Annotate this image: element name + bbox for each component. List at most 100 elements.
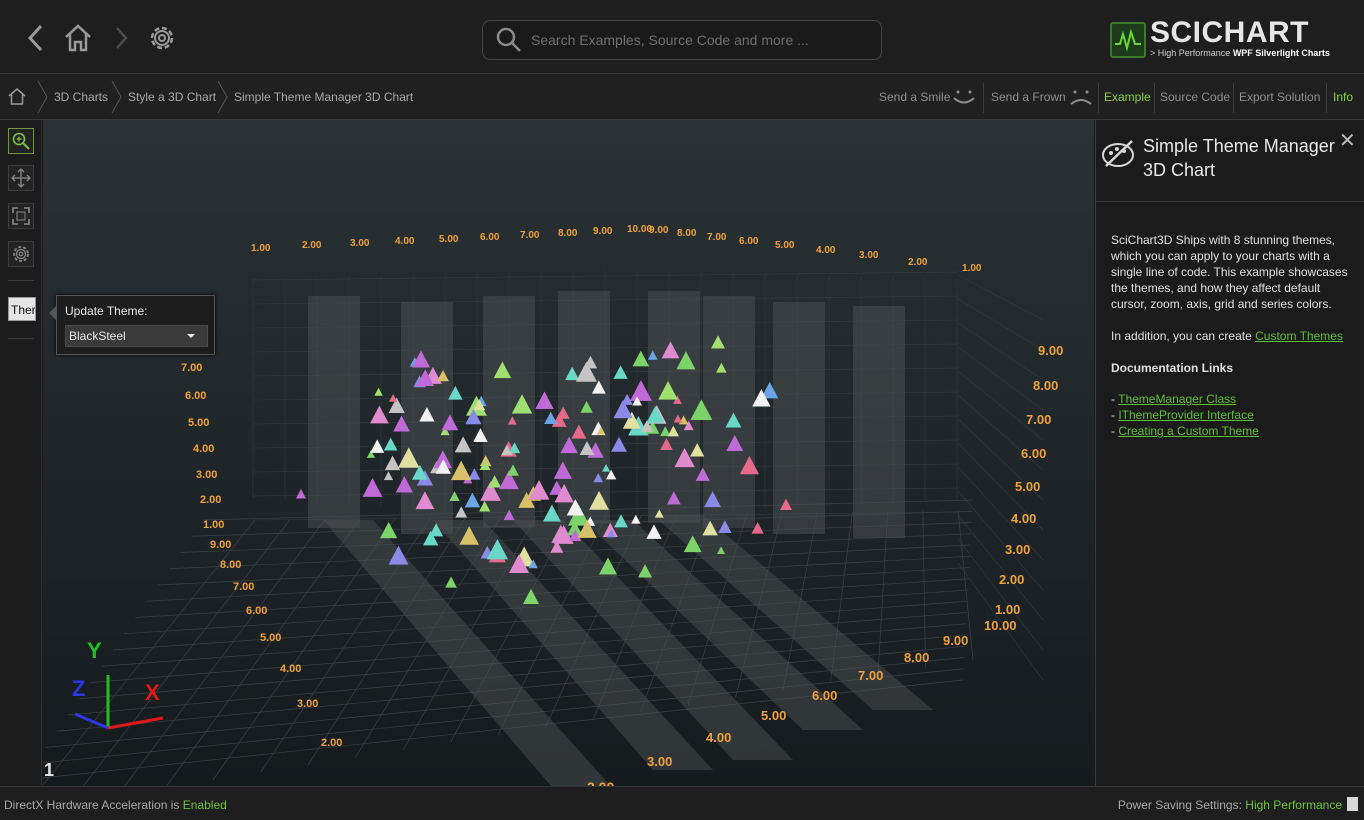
wall-grid-line — [957, 298, 1044, 351]
axis-tick-label: 2.00 — [587, 779, 614, 786]
wall-grid-line — [957, 346, 1044, 411]
send-smile-link[interactable]: Send a Smile — [879, 75, 950, 120]
power-saving-status: Power Saving Settings: High Performance — [1117, 798, 1342, 812]
popup-arrow — [49, 305, 57, 321]
doc-link-row: - ThemeManager Class — [1111, 392, 1237, 406]
divider — [983, 83, 984, 113]
axis-tick-label: 3.00 — [647, 754, 672, 769]
chart-settings-button[interactable] — [8, 241, 34, 267]
chart-3d-surface[interactable]: 1.00 2.00 3.00 4.00 5.00 6.00 7.00 8.00 9.00 10.0… — [43, 120, 1094, 786]
axis-tick-label: 5.00 — [1015, 479, 1040, 494]
search-box[interactable] — [482, 20, 882, 60]
theme-tab[interactable]: Ther — [8, 297, 36, 321]
axis-tick-label: 1.00 — [995, 602, 1020, 617]
breadcrumb-home[interactable] — [8, 88, 26, 109]
theme-select-value: BlackSteel — [69, 329, 126, 343]
axis-tick-label: 10.00 — [984, 618, 1017, 633]
forward-icon — [116, 27, 128, 49]
axis-tick-label: 6.00 — [812, 688, 837, 703]
send-frown-link[interactable]: Send a Frown — [991, 75, 1066, 120]
power-settings-toggle[interactable] — [1347, 797, 1358, 811]
info-header: Simple Theme Manager 3D Chart ✕ — [1096, 120, 1364, 202]
home-icon — [65, 24, 91, 52]
scatter-pyramid — [464, 492, 481, 508]
wall-grid-line — [957, 322, 1044, 381]
axis-tick-label: 6.00 — [1021, 446, 1046, 461]
axis-tick-label: 3.00 — [297, 698, 318, 710]
scatter-pyramid — [632, 350, 650, 367]
toolbar-divider — [8, 338, 34, 339]
axis-tick-label: 8.00 — [904, 650, 929, 665]
scatter-pyramid — [374, 387, 383, 396]
axis-tick-label: 3.00 — [859, 250, 879, 261]
axis-tick-label: 2.00 — [321, 737, 342, 749]
z-axis-label: Z — [72, 676, 85, 701]
tab-example[interactable]: Example — [1104, 75, 1151, 120]
axis-tick-label: 5.00 — [260, 632, 281, 644]
scatter-pyramid — [383, 471, 394, 481]
docs-heading: Documentation Links — [1111, 361, 1234, 375]
toolbar-divider — [8, 280, 34, 281]
axis-tick-label: 6.00 — [185, 390, 206, 402]
home-button[interactable] — [58, 18, 98, 58]
zoom-tool-button[interactable] — [8, 128, 34, 154]
tab-source-code[interactable]: Source Code — [1160, 75, 1230, 120]
doc-link-row: - IThemeProvider Interface — [1111, 408, 1254, 422]
axis-tick-label: 6.00 — [480, 232, 500, 243]
info-title: Simple Theme Manager 3D Chart — [1143, 136, 1335, 180]
settings-button[interactable] — [142, 18, 182, 58]
forward-button[interactable] — [100, 18, 140, 58]
directx-status: DirectX Hardware Acceleration is Enabled — [4, 798, 227, 812]
pan-icon — [11, 168, 31, 188]
axis-tick-label: 4.00 — [1011, 511, 1036, 526]
close-icon[interactable]: ✕ — [1339, 128, 1356, 153]
divider — [1326, 83, 1327, 113]
scatter-pyramid — [631, 514, 641, 524]
x-axis-label: X — [145, 680, 160, 705]
smile-icon — [953, 90, 975, 104]
tab-info[interactable]: Info — [1333, 75, 1353, 120]
y-axis-label: Y — [87, 638, 102, 663]
back-icon — [27, 24, 43, 52]
column-plane — [853, 306, 905, 538]
scatter-pyramid — [535, 391, 554, 409]
chart-canvas[interactable]: 1.00 2.00 3.00 4.00 5.00 6.00 7.00 8.00 9.00 10.0… — [43, 120, 1094, 786]
search-input[interactable] — [531, 32, 871, 48]
itheme-provider-link[interactable]: IThemeProvider Interface — [1118, 408, 1253, 422]
tab-export-solution[interactable]: Export Solution — [1239, 75, 1320, 120]
scatter-pyramid — [455, 506, 468, 518]
info-panel: Simple Theme Manager 3D Chart ✕ SciChart… — [1095, 120, 1364, 786]
zoom-extents-button[interactable] — [8, 203, 34, 229]
pan-tool-button[interactable] — [8, 165, 34, 191]
custom-themes-link[interactable]: Custom Themes — [1255, 329, 1343, 343]
scatter-pyramid — [611, 436, 627, 452]
scatter-pyramid — [544, 411, 558, 425]
axis-tick-label: 8.00 — [558, 228, 578, 239]
divider — [1098, 83, 1099, 113]
theme-popup-title: Update Theme: — [65, 304, 148, 318]
axis-tick-label: 9.00 — [943, 633, 968, 648]
breadcrumb-item-style-3d-chart[interactable]: Style a 3D Chart — [128, 75, 216, 120]
scatter-pyramid — [296, 489, 306, 499]
theme-select[interactable]: BlackSteel — [65, 325, 208, 347]
theme-popup: Update Theme: BlackSteel — [49, 295, 215, 355]
back-button[interactable] — [16, 18, 56, 58]
axis-tick-label: 7.00 — [1026, 412, 1051, 427]
axis-tick-label: 5.00 — [188, 417, 209, 429]
settings-icon — [150, 26, 174, 50]
scatter-pyramid — [362, 478, 383, 497]
floor-grid-line — [260, 517, 432, 773]
frown-icon — [1070, 90, 1092, 105]
axis-tick-label: 2.00 — [999, 572, 1024, 587]
custom-theme-link[interactable]: Creating a Custom Theme — [1118, 424, 1259, 438]
scatter-pyramid — [383, 437, 398, 451]
axis-tick-label: 6.00 — [246, 605, 267, 617]
info-body: SciChart3D Ships with 8 stunning themes,… — [1111, 232, 1351, 439]
theme-manager-link[interactable]: ThemeManager Class — [1118, 392, 1236, 406]
home-icon — [8, 88, 26, 105]
chevron-right-icon — [111, 80, 122, 114]
zoom-extents-icon — [12, 207, 30, 225]
top-bar: SCICHART > High Performance WPF Silverli… — [0, 0, 1364, 74]
column-plane — [308, 296, 360, 528]
breadcrumb-item-3d-charts[interactable]: 3D Charts — [54, 75, 108, 120]
